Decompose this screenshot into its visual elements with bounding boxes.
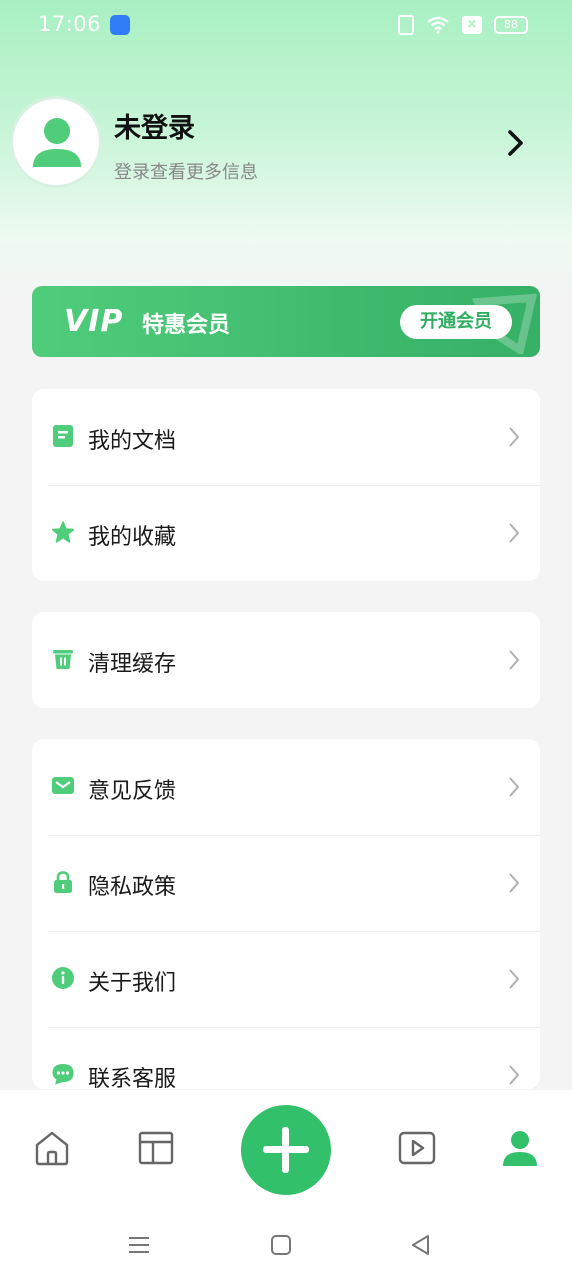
profile-name: 未登录 [114, 113, 195, 144]
menu-card-3: 意见反馈 隐私政策 关于我们 联系客服 [32, 739, 540, 1089]
document-icon [53, 425, 73, 447]
menu-item-label: 隐私政策 [88, 875, 177, 900]
system-navigation-bar [0, 1210, 572, 1280]
vip-banner[interactable]: VIP 特惠会员 开通会员 [32, 286, 540, 357]
info-icon [52, 967, 74, 989]
avatar[interactable] [10, 96, 102, 188]
chevron-right-icon [509, 873, 520, 893]
mail-icon [52, 777, 74, 794]
chevron-right-icon [509, 427, 520, 447]
wifi-icon [427, 16, 449, 34]
chevron-right-icon [509, 1065, 520, 1085]
home-icon[interactable] [32, 1128, 72, 1168]
chevron-right-icon[interactable] [502, 128, 528, 158]
menu-item-my-documents[interactable]: 我的文档 [32, 389, 540, 485]
menu-item-feedback[interactable]: 意见反馈 [32, 739, 540, 835]
vip-title: 特惠会员 [142, 313, 231, 338]
sim-off-icon: × [462, 16, 482, 34]
status-time: 17:06 [38, 12, 102, 36]
menu-item-privacy-policy[interactable]: 隐私政策 [32, 835, 540, 931]
menu-item-my-favorites[interactable]: 我的收藏 [32, 485, 540, 581]
profile-icon[interactable] [500, 1128, 540, 1168]
menu-item-clear-cache[interactable]: 清理缓存 [32, 612, 540, 708]
battery-indicator: 88 [494, 16, 528, 34]
open-membership-button[interactable]: 开通会员 [400, 305, 512, 339]
menu-icon[interactable] [128, 1234, 150, 1256]
vibrate-icon [398, 15, 414, 35]
star-icon [52, 521, 74, 543]
video-icon[interactable] [397, 1128, 437, 1168]
trash-icon [53, 650, 73, 669]
menu-item-about-us[interactable]: 关于我们 [32, 931, 540, 1027]
app-notification-icon [110, 15, 130, 35]
menu-item-contact-support[interactable]: 联系客服 [32, 1027, 540, 1089]
vip-logo: VIP [64, 304, 124, 339]
chevron-right-icon [509, 650, 520, 670]
user-avatar-icon [33, 118, 81, 167]
menu-item-label: 我的文档 [88, 429, 177, 454]
menu-card-1: 我的文档 我的收藏 [32, 389, 540, 581]
menu-item-label: 关于我们 [88, 971, 177, 996]
add-button[interactable] [241, 1105, 331, 1195]
menu-item-label: 意见反馈 [88, 779, 177, 804]
home-square-icon[interactable] [270, 1234, 292, 1256]
profile-subtitle: 登录查看更多信息 [114, 162, 258, 183]
lock-icon [54, 871, 72, 893]
menu-item-label: 联系客服 [88, 1067, 177, 1089]
chat-icon [52, 1064, 74, 1085]
menu-item-label: 我的收藏 [88, 525, 177, 550]
profile-header[interactable]: 未登录 登录查看更多信息 [10, 96, 550, 192]
chevron-right-icon [509, 969, 520, 989]
chevron-right-icon [509, 777, 520, 797]
menu-item-label: 清理缓存 [88, 652, 177, 677]
back-icon[interactable] [410, 1234, 432, 1256]
menu-card-2: 清理缓存 [32, 612, 540, 708]
layout-icon[interactable] [136, 1128, 176, 1168]
status-icons: × 88 [398, 15, 528, 35]
bottom-navigation [0, 1090, 572, 1210]
status-bar: 17:06 × 88 [0, 0, 572, 52]
chevron-right-icon [509, 523, 520, 543]
